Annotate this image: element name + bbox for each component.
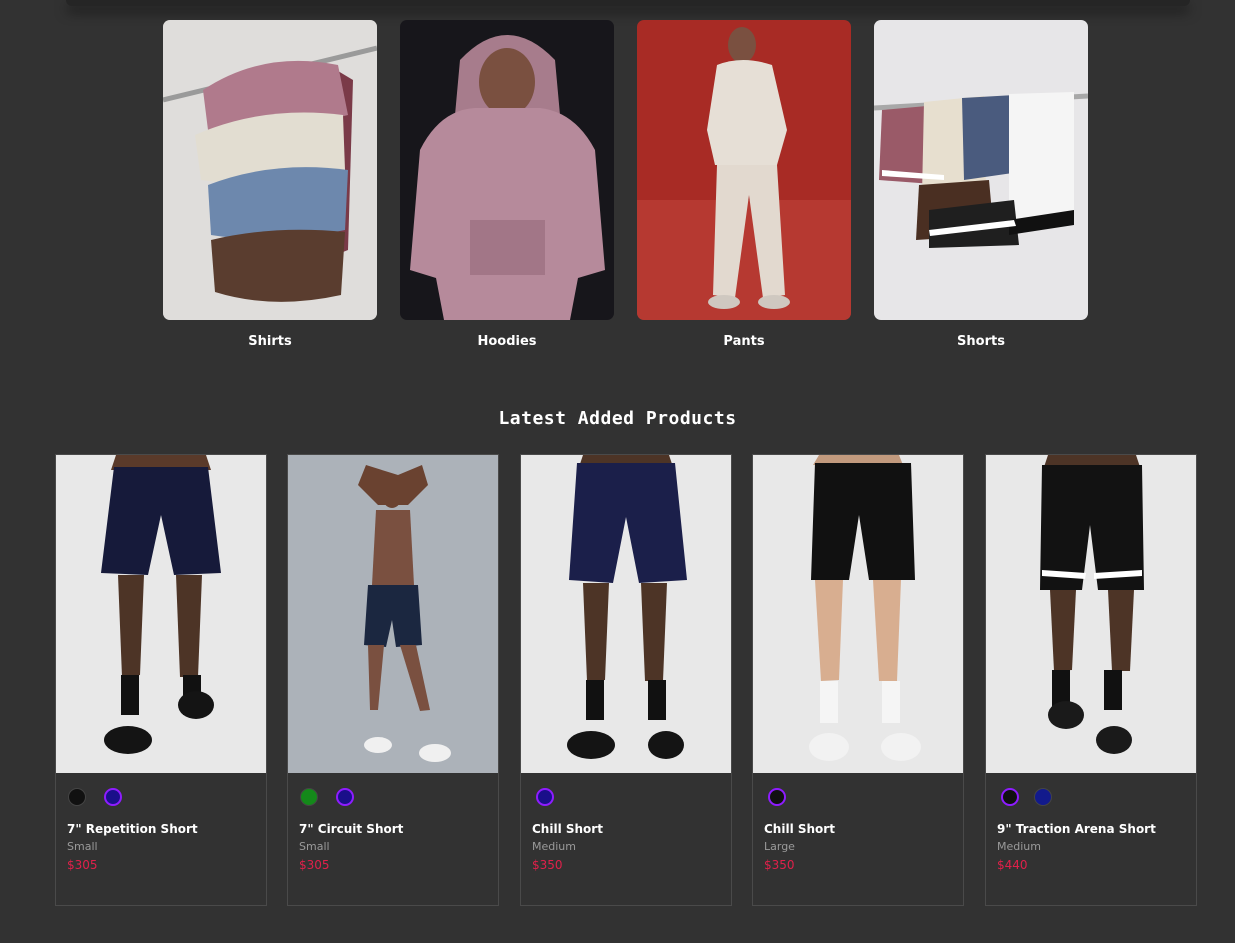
product-name: 7" Circuit Short bbox=[299, 822, 404, 836]
product-size: Small bbox=[299, 840, 330, 853]
product-size: Small bbox=[67, 840, 98, 853]
header-bar bbox=[66, 0, 1190, 6]
color-swatch-navy[interactable] bbox=[336, 788, 354, 806]
color-swatch-green[interactable] bbox=[300, 788, 318, 806]
category-label: Shirts bbox=[248, 334, 292, 349]
product-size: Large bbox=[764, 840, 795, 853]
product-image bbox=[521, 455, 731, 773]
product-card[interactable]: Chill Short Medium $350 bbox=[520, 454, 732, 906]
product-card[interactable]: 7" Repetition Short Small $305 bbox=[55, 454, 267, 906]
category-image-shirts bbox=[163, 20, 377, 320]
product-name: 9" Traction Arena Short bbox=[997, 822, 1156, 836]
category-shorts[interactable]: Shorts bbox=[874, 20, 1088, 360]
page: Shirts Hoodies Pants Shorts Latest Added… bbox=[0, 0, 1235, 943]
product-size: Medium bbox=[532, 840, 576, 853]
category-label: Pants bbox=[723, 334, 765, 349]
product-price: $305 bbox=[299, 858, 330, 872]
product-grid: 7" Repetition Short Small $305 7" Circui… bbox=[55, 454, 1197, 906]
category-shirts[interactable]: Shirts bbox=[163, 20, 377, 360]
product-name: Chill Short bbox=[532, 822, 603, 836]
color-swatch-black[interactable] bbox=[68, 788, 86, 806]
color-swatch-black[interactable] bbox=[1001, 788, 1019, 806]
section-title: Latest Added Products bbox=[498, 408, 737, 429]
color-swatch-navy[interactable] bbox=[1034, 788, 1052, 806]
product-card[interactable]: Chill Short Large $350 bbox=[752, 454, 964, 906]
product-card[interactable]: 7" Circuit Short Small $305 bbox=[287, 454, 499, 906]
color-swatch-navy[interactable] bbox=[536, 788, 554, 806]
product-image bbox=[288, 455, 498, 773]
product-price: $305 bbox=[67, 858, 98, 872]
category-image-hoodies bbox=[400, 20, 614, 320]
color-swatch-black[interactable] bbox=[768, 788, 786, 806]
product-name: 7" Repetition Short bbox=[67, 822, 198, 836]
category-pants[interactable]: Pants bbox=[637, 20, 851, 360]
product-name: Chill Short bbox=[764, 822, 835, 836]
product-price: $440 bbox=[997, 858, 1028, 872]
category-image-shorts bbox=[874, 20, 1088, 320]
product-image bbox=[753, 455, 963, 773]
category-hoodies[interactable]: Hoodies bbox=[400, 20, 614, 360]
product-card[interactable]: 9" Traction Arena Short Medium $440 bbox=[985, 454, 1197, 906]
category-grid: Shirts Hoodies Pants Shorts bbox=[163, 20, 1088, 360]
product-price: $350 bbox=[764, 858, 795, 872]
category-image-pants bbox=[637, 20, 851, 320]
product-image bbox=[986, 455, 1196, 773]
category-label: Hoodies bbox=[477, 334, 537, 349]
color-swatch-navy[interactable] bbox=[104, 788, 122, 806]
category-label: Shorts bbox=[957, 334, 1005, 349]
product-image bbox=[56, 455, 266, 773]
product-price: $350 bbox=[532, 858, 563, 872]
product-size: Medium bbox=[997, 840, 1041, 853]
